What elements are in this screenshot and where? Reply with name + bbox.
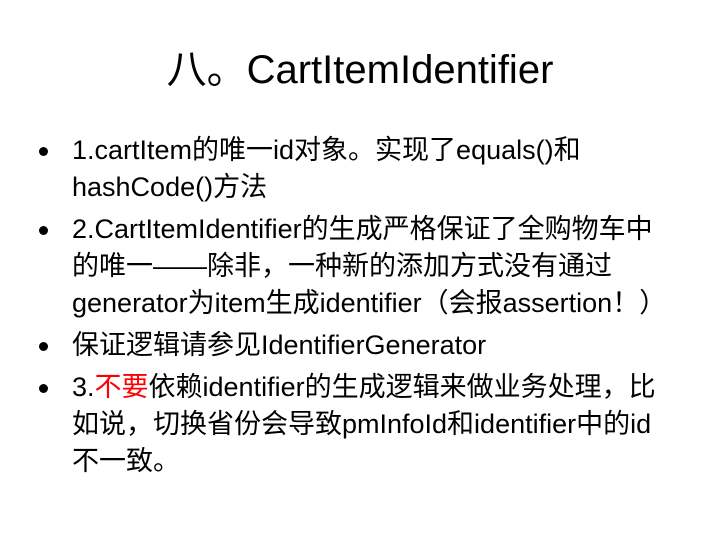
slide-title: 八。CartItemIdentifier [166,48,554,92]
bullet-text: 2.CartItemIdentifier的生成严格保证了全购物车中的唯一——除非… [72,214,667,318]
bullet-dot-icon [39,226,48,235]
bullet-dot-icon [39,342,48,351]
highlight-text: 不要 [94,372,149,402]
bullet-item-3: 保证逻辑请参见IdentifierGenerator [38,327,678,364]
bullet-item-1: 1.cartItem的唯一id对象。实现了equals()和hashCode()… [38,132,678,206]
bullet-list: 1.cartItem的唯一id对象。实现了equals()和hashCode()… [38,132,678,485]
bullet-text: 3.不要依赖identifier的生成逻辑来做业务处理，比如说，切换省份会导致p… [72,369,678,480]
bullet-text: 1.cartItem的唯一id对象。实现了equals()和hashCode()… [72,135,581,202]
slide: 八。CartItemIdentifier 1.cartItem的唯一id对象。实… [0,0,720,540]
bullet-suffix: 依赖identifier的生成逻辑来做业务处理，比如说，切换省份会导致pmInf… [72,372,656,476]
bullet-dot-icon [39,147,48,156]
bullet-item-2: 2.CartItemIdentifier的生成严格保证了全购物车中的唯一——除非… [38,211,678,322]
bullet-dot-icon [39,384,48,393]
bullet-prefix: 3. [72,372,95,402]
bullet-item-4: 3.不要依赖identifier的生成逻辑来做业务处理，比如说，切换省份会导致p… [38,369,678,480]
bullet-text: 保证逻辑请参见IdentifierGenerator [72,330,487,360]
